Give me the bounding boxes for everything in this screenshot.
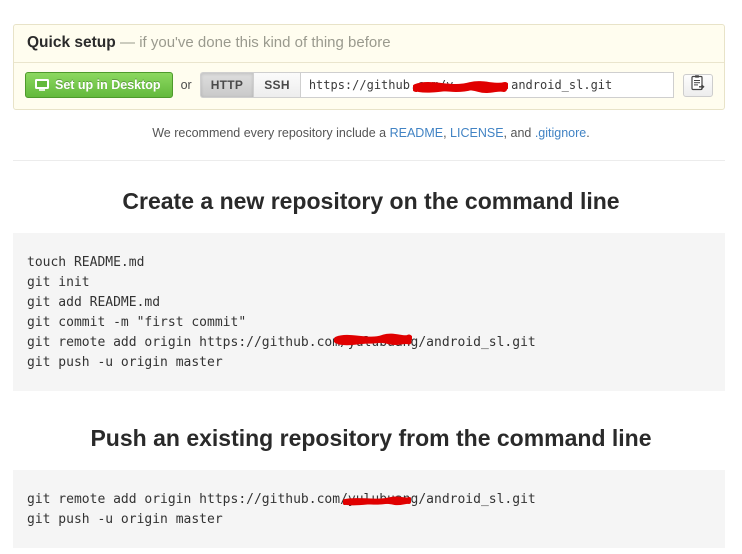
copy-url-button[interactable] — [683, 73, 713, 97]
quick-setup-title: Quick setup — [27, 34, 116, 51]
code-line: git push -u origin master — [27, 355, 223, 370]
code-line: git commit -m "first commit" — [27, 315, 247, 330]
clone-url-value: https://github.com/yulubuangandroid_sl.g… — [308, 78, 613, 92]
code-line: git init — [27, 275, 90, 290]
protocol-button-http[interactable]: HTTP — [199, 72, 254, 98]
clone-url-group: HTTP SSH https://github.com/yulubuangand… — [199, 72, 674, 98]
code-line: git add README.md — [27, 295, 161, 310]
push-repo-code-block[interactable]: git remote add origin https://github.com… — [13, 470, 725, 548]
push-repo-heading: Push an existing repository from the com… — [90, 425, 652, 451]
code-line: git remote add origin https://github.com… — [27, 492, 536, 507]
clipboard-copy-icon — [690, 74, 706, 96]
readme-link[interactable]: README — [390, 126, 443, 140]
recommend-sep2: , and — [503, 126, 535, 140]
create-repo-code-block[interactable]: touch README.md git init git add README.… — [13, 233, 725, 391]
license-link[interactable]: LICENSE — [450, 126, 504, 140]
quick-setup-header: Quick setup — if you've done this kind o… — [14, 25, 724, 63]
section-divider — [13, 160, 725, 161]
protocol-button-ssh[interactable]: SSH — [253, 72, 300, 98]
code-line: git remote add origin https://github.com… — [27, 335, 536, 350]
or-label: or — [180, 78, 192, 92]
quick-setup-panel: Quick setup — if you've done this kind o… — [13, 24, 725, 110]
quick-setup-subtitle: — if you've done this kind of thing befo… — [120, 34, 391, 51]
recommend-line: We recommend every repository include a … — [0, 126, 742, 140]
code-line: touch README.md — [27, 255, 145, 270]
create-repo-heading: Create a new repository on the command l… — [122, 188, 620, 214]
quick-setup-body: Set up in Desktop or HTTP SSH https://gi… — [14, 63, 724, 109]
desktop-monitor-icon — [35, 79, 49, 91]
set-up-in-desktop-button[interactable]: Set up in Desktop — [25, 72, 173, 98]
recommend-sep1: , — [443, 126, 451, 140]
recommend-prefix: We recommend every repository include a — [152, 126, 390, 140]
recommend-suffix: . — [586, 126, 590, 140]
gitignore-link[interactable]: .gitignore — [535, 126, 586, 140]
code-line: git push -u origin master — [27, 512, 223, 527]
clone-url-input[interactable]: https://github.com/yulubuangandroid_sl.g… — [299, 72, 674, 98]
set-up-in-desktop-label: Set up in Desktop — [55, 78, 161, 92]
